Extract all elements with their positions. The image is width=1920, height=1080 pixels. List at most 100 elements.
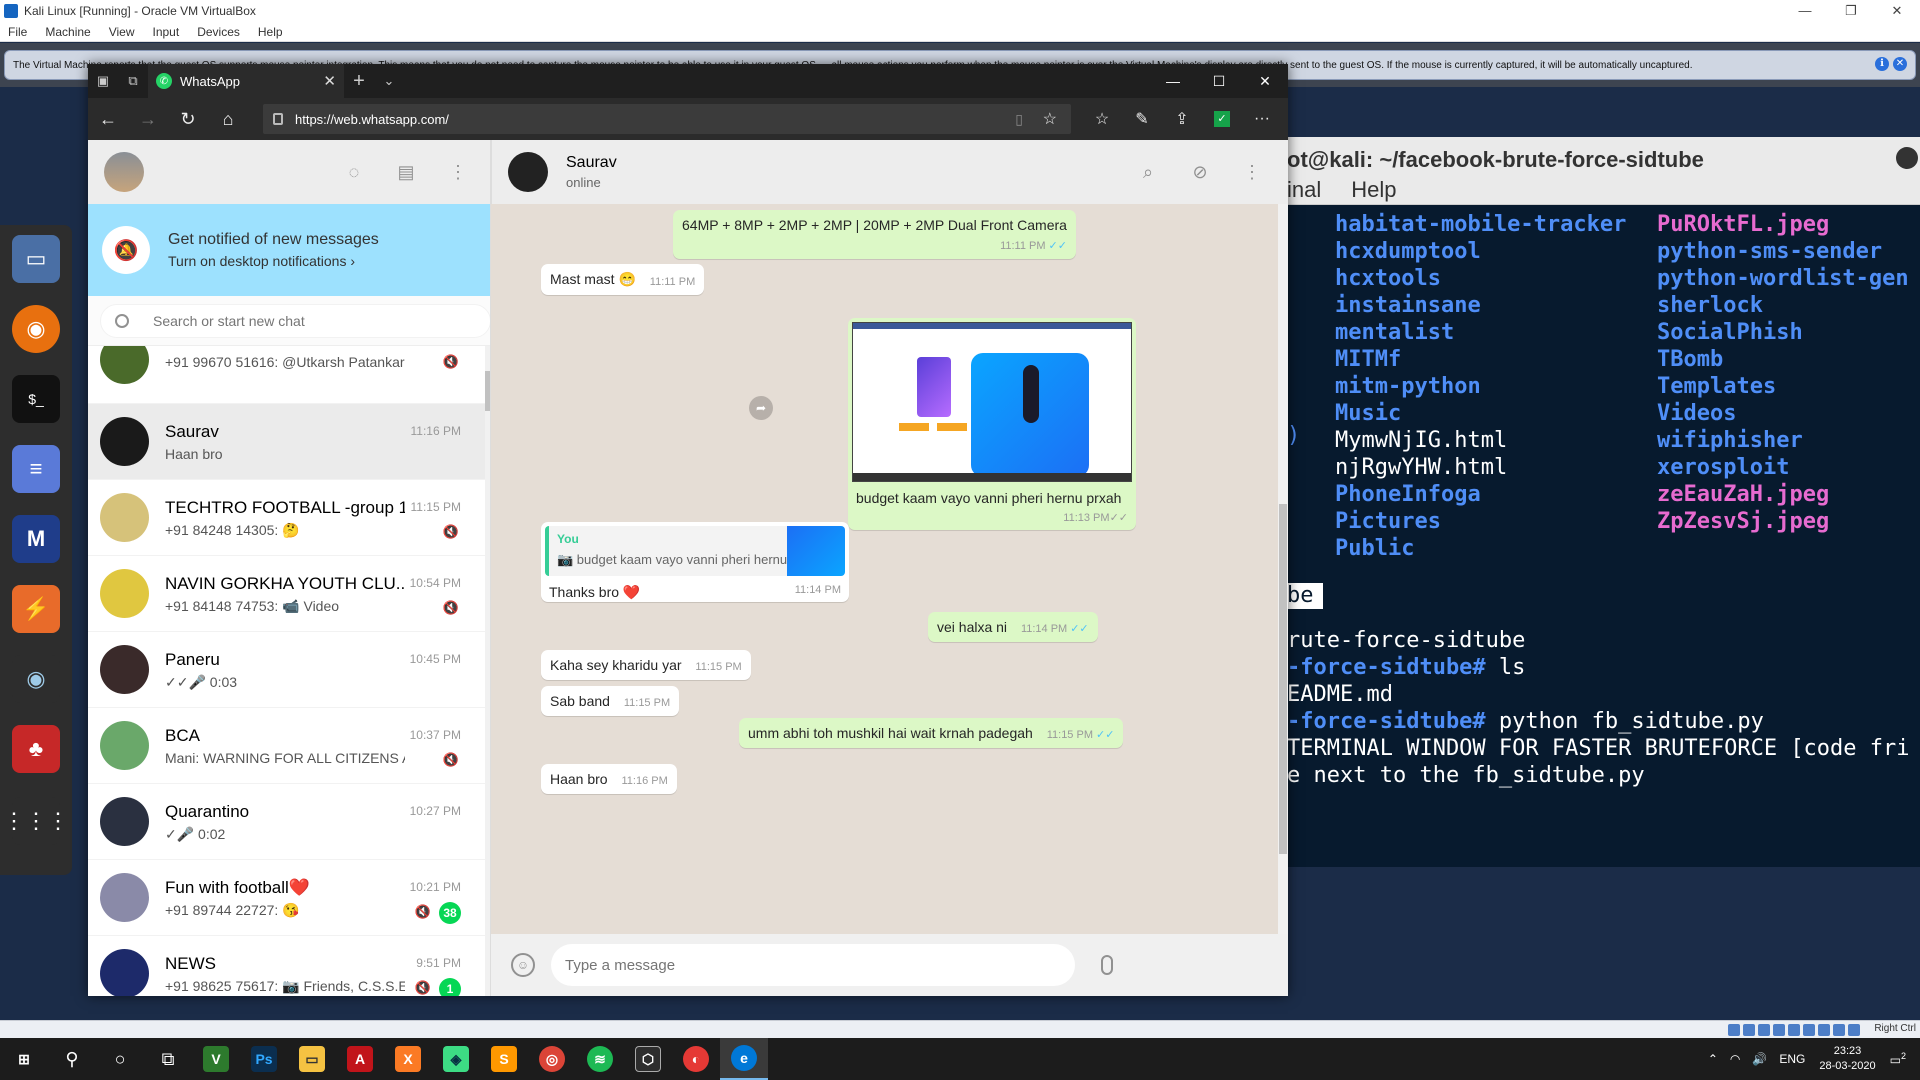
message-input[interactable] xyxy=(551,944,1075,986)
home-icon[interactable]: ⌂ xyxy=(208,109,248,130)
message-incoming[interactable]: Sab band 11:15 PM xyxy=(541,686,680,716)
notice-close-icon[interactable]: ✕ xyxy=(1893,57,1907,71)
terminal-output[interactable]: ) be habitat-mobile-tracker hcxdumptool hc… xyxy=(1287,205,1920,867)
cortana-icon[interactable]: ○ xyxy=(96,1038,144,1080)
new-chat-icon[interactable]: ▤ xyxy=(380,162,432,183)
image-message[interactable]: budget kaam vayo vanni pheri hernu prxah… xyxy=(848,318,1136,530)
phone-screenshot-image[interactable] xyxy=(852,322,1132,482)
conversation-scrollbar[interactable] xyxy=(1278,204,1288,934)
emoji-icon[interactable]: ☺ xyxy=(511,953,535,977)
share-icon[interactable]: ⇪ xyxy=(1162,109,1202,129)
task-view-icon[interactable]: ⧉ xyxy=(144,1038,192,1080)
menu-devices[interactable]: Devices xyxy=(197,25,240,39)
chat-list-item[interactable]: Saurav Haan bro 11:16 PM xyxy=(88,404,490,480)
chat-list-item[interactable]: NAVIN GORKHA YOUTH CLU... +91 84148 74753… xyxy=(88,556,490,632)
tab-dropdown-icon[interactable]: ⌄ xyxy=(374,73,404,89)
forward-icon[interactable]: → xyxy=(128,109,168,130)
message-incoming[interactable]: Kaha sey kharidu yar 11:15 PM xyxy=(541,650,751,680)
chat-list-item[interactable]: Paneru ✓✓🎤 0:03 10:45 PM xyxy=(88,632,490,708)
browser-close-icon[interactable]: ✕ xyxy=(1242,64,1288,98)
reading-view-icon[interactable]: ▯ xyxy=(1015,111,1023,128)
network-icon[interactable] xyxy=(1773,1024,1785,1036)
quoted-message[interactable]: You 📷 budget kaam vayo vanni pheri hernu… xyxy=(545,526,845,576)
sublime-icon[interactable]: S xyxy=(480,1038,528,1080)
message-area[interactable]: 64MP + 8MP + 2MP + 2MP | 20MP + 2MP Dual… xyxy=(491,204,1288,934)
my-avatar[interactable] xyxy=(104,152,144,192)
menu-icon[interactable]: ⋮ xyxy=(432,162,484,183)
menu-machine[interactable]: Machine xyxy=(45,25,90,39)
tab-close-icon[interactable]: ✕ xyxy=(323,72,336,90)
xampp-icon[interactable]: X xyxy=(384,1038,432,1080)
contact-avatar[interactable] xyxy=(508,152,548,192)
reply-message[interactable]: You 📷 budget kaam vayo vanni pheri hernu… xyxy=(541,522,849,602)
files-icon[interactable]: ▭ xyxy=(12,235,60,283)
hdd-icon[interactable] xyxy=(1728,1024,1740,1036)
chat-list-item[interactable]: TECHTRO FOOTBALL -group 1 +91 84248 14305… xyxy=(88,480,490,556)
menu-file[interactable]: File xyxy=(8,25,27,39)
wifi-icon[interactable]: ◠ xyxy=(1730,1052,1740,1066)
more-menu-icon[interactable]: ··· xyxy=(1242,110,1282,128)
clock[interactable]: 23:23 28-03-2020 xyxy=(1819,1044,1875,1074)
browser-maximize-icon[interactable]: ☐ xyxy=(1196,64,1242,98)
optical-icon[interactable] xyxy=(1743,1024,1755,1036)
cpu-icon[interactable] xyxy=(1833,1024,1845,1036)
terminal-icon[interactable]: $_ xyxy=(12,375,60,423)
message-incoming[interactable]: Haan bro 11:16 PM xyxy=(541,764,677,794)
android-studio-icon[interactable]: ◈ xyxy=(432,1038,480,1080)
url-field[interactable]: https://web.whatsapp.com/ ▯ ☆ xyxy=(263,104,1071,134)
start-button[interactable]: ⊞ xyxy=(0,1038,48,1080)
forward-icon[interactable]: ➦ xyxy=(749,396,773,420)
browser-minimize-icon[interactable]: — xyxy=(1150,64,1196,98)
mouse-integration-icon[interactable] xyxy=(1848,1024,1860,1036)
web-note-icon[interactable]: ✎ xyxy=(1122,109,1162,129)
chat-list-item[interactable]: +91 99670 51616: @Utkarsh Patankar.... 🔇 xyxy=(88,346,490,404)
vim-icon[interactable]: V xyxy=(192,1038,240,1080)
volume-icon[interactable]: 🔊 xyxy=(1752,1052,1767,1066)
action-center-icon[interactable]: ▭2 xyxy=(1890,1051,1906,1067)
burpsuite-icon[interactable]: ⚡ xyxy=(12,585,60,633)
eye-icon[interactable]: ◉ xyxy=(12,655,60,703)
notif-link[interactable]: Turn on desktop notifications › xyxy=(168,253,379,269)
conversation-menu-icon[interactable]: ⋮ xyxy=(1226,162,1278,183)
minimize-icon[interactable]: — xyxy=(1782,0,1828,22)
terminal-menu-help[interactable]: Help xyxy=(1351,177,1396,202)
restore-icon[interactable]: ❐ xyxy=(1828,0,1874,22)
tab-actions-icon[interactable]: ▣ xyxy=(88,73,118,89)
refresh-icon[interactable]: ↻ xyxy=(168,109,208,130)
menu-input[interactable]: Input xyxy=(153,25,180,39)
menu-help[interactable]: Help xyxy=(258,25,283,39)
attach-icon[interactable]: ⊘ xyxy=(1174,162,1226,183)
favorite-star-icon[interactable]: ☆ xyxy=(1043,109,1057,129)
message-outgoing[interactable]: umm abhi toh mushkil hai wait krnah pade… xyxy=(739,718,1124,748)
chrome-icon[interactable]: ◎ xyxy=(528,1038,576,1080)
record-icon[interactable] xyxy=(1818,1024,1830,1036)
status-icon[interactable]: ◌ xyxy=(328,162,380,183)
app-icon[interactable]: ◐ xyxy=(672,1038,720,1080)
taskbar-search-icon[interactable]: ⚲ xyxy=(48,1038,96,1080)
chat-list-item[interactable]: Fun with football❤️ +91 89744 22727: 😘 10:… xyxy=(88,860,490,936)
search-input[interactable] xyxy=(153,313,453,329)
close-icon[interactable]: ✕ xyxy=(1874,0,1920,22)
chat-list-item[interactable]: Quarantino ✓🎤 0:02 10:27 PM xyxy=(88,784,490,860)
acrobat-icon[interactable]: A xyxy=(336,1038,384,1080)
photoshop-icon[interactable]: Ps xyxy=(240,1038,288,1080)
message-outgoing[interactable]: 64MP + 8MP + 2MP + 2MP | 20MP + 2MP Dual… xyxy=(673,210,1076,259)
usb-icon[interactable] xyxy=(1758,1024,1770,1036)
tab-whatsapp[interactable]: ✆ WhatsApp ✕ xyxy=(148,64,344,98)
message-outgoing[interactable]: vei halxa ni 11:14 PM ✓✓ xyxy=(928,612,1098,642)
extension-icon[interactable]: ✓ xyxy=(1214,111,1230,127)
microphone-icon[interactable] xyxy=(1101,955,1113,975)
language-indicator[interactable]: ENG xyxy=(1779,1052,1805,1066)
metasploit-icon[interactable]: M xyxy=(12,515,60,563)
text-editor-icon[interactable]: ≡ xyxy=(12,445,60,493)
new-tab-icon[interactable]: + xyxy=(344,70,374,93)
back-icon[interactable]: ← xyxy=(88,109,128,130)
app-grid-icon[interactable]: ⋮⋮⋮ xyxy=(3,797,69,845)
shared-folder-icon[interactable] xyxy=(1788,1024,1800,1036)
firefox-icon[interactable]: ◉ xyxy=(12,305,60,353)
favorites-hub-icon[interactable]: ☆ xyxy=(1082,109,1122,129)
conversation-header[interactable]: Saurav online ⌕ ⊘ ⋮ xyxy=(491,140,1288,204)
menu-view[interactable]: View xyxy=(109,25,135,39)
spotify-icon[interactable]: ≋ xyxy=(576,1038,624,1080)
search-messages-icon[interactable]: ⌕ xyxy=(1122,162,1174,183)
